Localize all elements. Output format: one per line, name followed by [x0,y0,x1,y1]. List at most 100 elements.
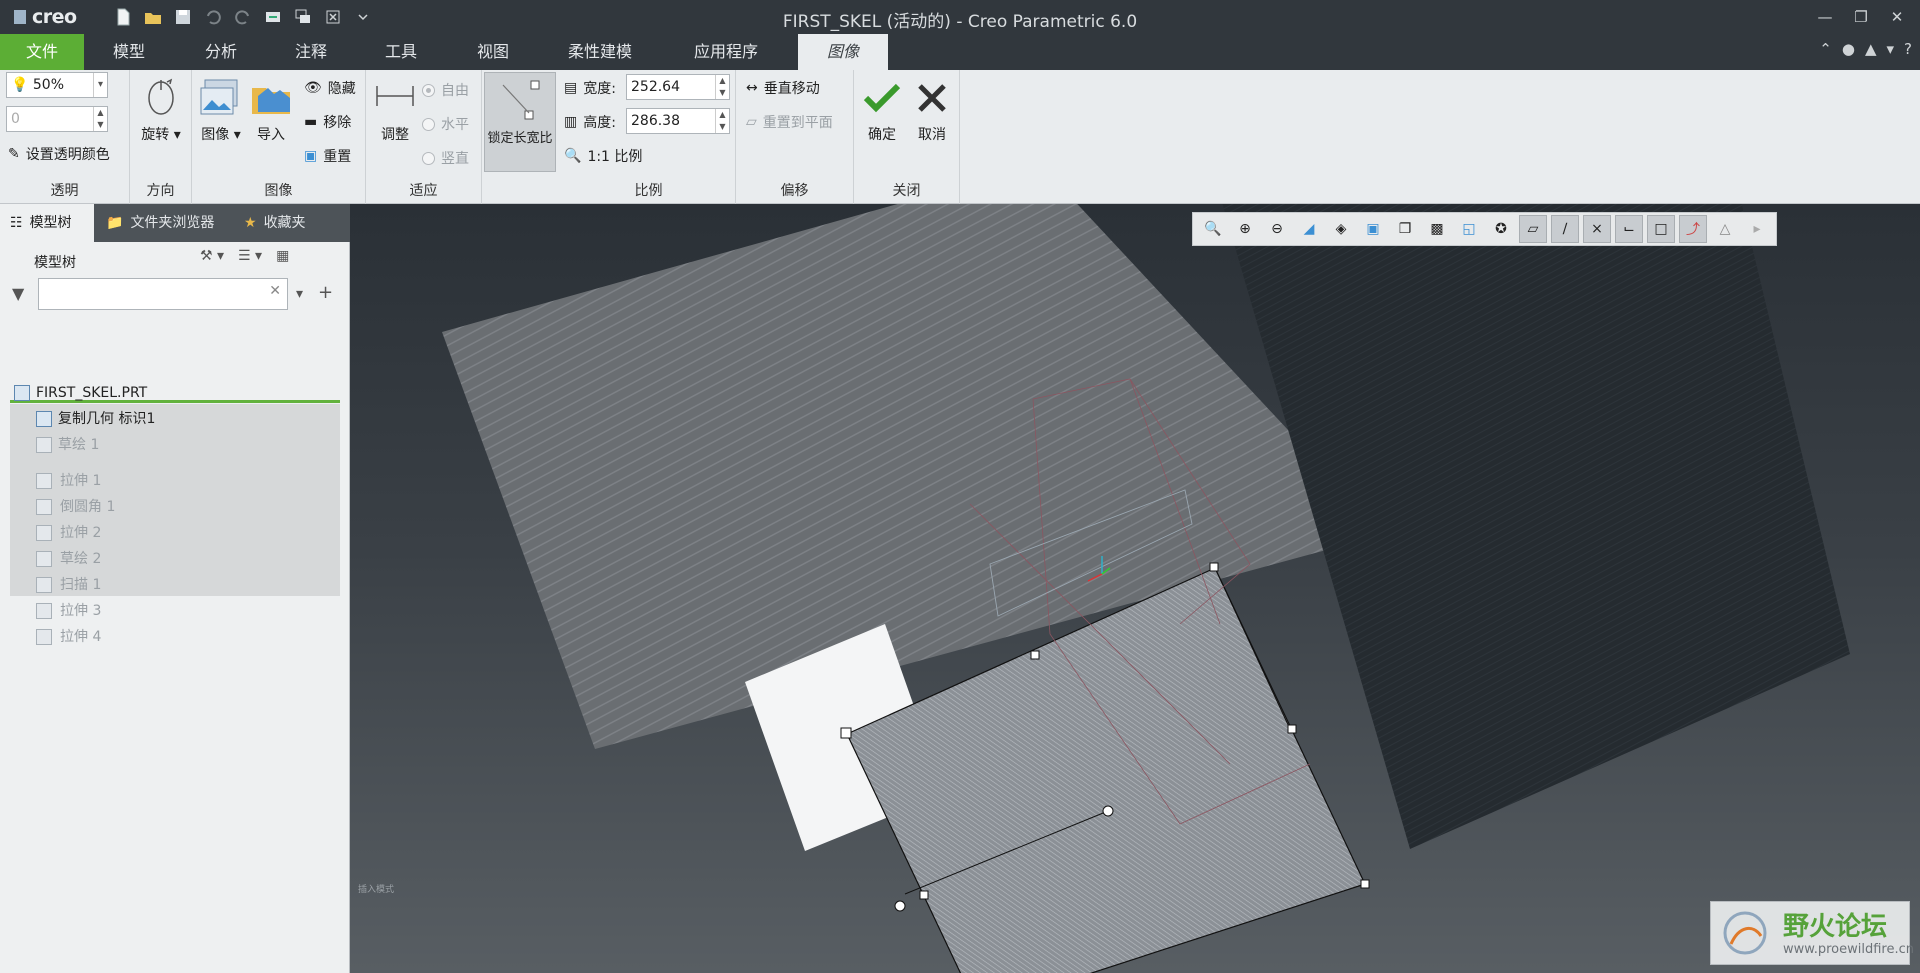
nav-tab-folder-browser-label: 文件夹浏览器 [130,215,215,231]
center-handle[interactable] [1102,805,1114,817]
point-display-icon[interactable]: × [1583,215,1611,243]
tree-filter-columns-icon[interactable]: ▦ [276,248,289,264]
tree-item[interactable]: 拉伸 3 [36,598,101,624]
reset-to-plane-button[interactable]: ▱ 重置到平面 [746,112,833,132]
clear-filter-icon[interactable]: ✕ [269,283,281,299]
horizontal-radio[interactable]: 水平 [422,114,469,134]
section-icon[interactable]: ◱ [1455,215,1483,243]
tree-item[interactable]: 倒圆角 1 [36,494,115,520]
transparency-second-field[interactable]: 0 ▲ ▼ [6,106,108,132]
tree-item-label: 拉伸 4 [60,629,102,645]
height-spinner[interactable]: ▲ ▼ [715,109,729,133]
tree-item[interactable]: 草绘 2 [36,546,101,572]
appearance-icon[interactable]: △ [1711,215,1739,243]
minimize-icon[interactable]: — [1810,4,1840,30]
tab-view[interactable]: 视图 [456,34,530,70]
spin-center-icon[interactable]: □ [1647,215,1675,243]
plane-display-icon[interactable]: ▱ [1519,215,1547,243]
reset-button[interactable]: ▣ 重置 [304,146,351,166]
help-icon[interactable]: ? [1904,40,1912,58]
search-input[interactable]: ✕ [38,278,288,310]
zoom-out-icon[interactable]: ⊖ [1263,215,1291,243]
view-manager-icon[interactable]: ❐ [1391,215,1419,243]
axis-display-icon[interactable]: ∕ [1551,215,1579,243]
rotate-handle[interactable] [894,900,906,912]
remove-button[interactable]: ▬ 移除 [304,112,351,132]
display-style-icon[interactable]: ◈ [1327,215,1355,243]
width-row: ▤ 宽度: [564,78,616,98]
tree-item[interactable]: FIRST_SKEL.PRT [14,380,147,406]
csys-display-icon[interactable]: ⌙ [1615,215,1643,243]
learning-icon[interactable]: ▲ [1865,40,1877,58]
model-tree-icon: ☷ [10,215,23,231]
tab-image[interactable]: 图像 [798,34,888,70]
tab-analysis[interactable]: 分析 [184,34,258,70]
import-folder-icon [252,88,290,114]
minimize-ribbon-icon[interactable]: ⌃ [1819,40,1832,58]
filter-dropdown-icon[interactable]: ▾ [296,286,303,302]
ok-button[interactable]: 确定 [858,76,906,144]
edge-handle-top[interactable] [1030,650,1040,660]
tag-display-icon[interactable]: ⤴ [1679,215,1707,243]
graphics-toolbar: 🔍 ⊕ ⊖ ◢ ◈ ▣ ❐ ▩ ◱ ✪ ▱ ∕ × ⌙ □ ⤴ △ ▸ [1192,212,1777,246]
model-viewport[interactable] [350,204,1920,973]
edge-handle-right[interactable] [1287,724,1297,734]
restore-icon[interactable]: ❐ [1846,4,1876,30]
transparency-dropdown-icon[interactable]: ▾ [93,73,107,97]
nav-tab-folder-browser[interactable]: 📁 文件夹浏览器 [96,204,232,242]
image-button[interactable]: 图像 ▾ [198,76,244,144]
zoom-in-icon[interactable]: ⊕ [1231,215,1259,243]
vertical-radio-dot [422,151,435,165]
tree-show-icon[interactable]: ☰ ▾ [238,248,262,264]
tab-applications[interactable]: 应用程序 [680,34,772,70]
lock-aspect-button[interactable]: 锁定长宽比 [484,72,556,172]
corner-handle-top[interactable] [1209,562,1219,572]
add-filter-icon[interactable]: + [318,282,333,303]
tree-item[interactable]: 复制几何 标识1 [36,406,155,432]
model-tree-panel: ☷ 模型树 📁 文件夹浏览器 ★ 收藏夹 模型树 ⚒ ▾ ☰ ▾ ▦ ▼ ✕ ▾ + … [0,204,350,973]
tree-item[interactable]: 扫描 1 [36,572,101,598]
nav-tab-model-tree[interactable]: ☷ 模型树 [0,204,94,242]
rotate-button[interactable]: 旋转 ▾ [136,76,186,144]
tab-model[interactable]: 模型 [92,34,166,70]
transparency-field[interactable]: 💡 50% ▾ [6,72,108,98]
graphics-window[interactable]: 🔍 ⊕ ⊖ ◢ ◈ ▣ ❐ ▩ ◱ ✪ ▱ ∕ × ⌙ □ ⤴ △ ▸ 插入模式… [350,204,1920,973]
close-icon[interactable]: ✕ [1882,4,1912,30]
width-input[interactable]: 252.64 ▲ ▼ [626,74,730,100]
tree-item[interactable]: 拉伸 4 [36,624,101,650]
user-icon[interactable]: ● [1842,40,1855,58]
hide-button[interactable]: 👁 隐藏 [304,78,356,98]
one-to-one-scale-button[interactable]: 🔍 1:1 比例 [564,146,642,166]
annotation-display-icon[interactable]: ✪ [1487,215,1515,243]
edge-handle-left[interactable] [919,890,929,900]
dropdown-icon[interactable]: ▾ [1887,40,1895,58]
transparency-spinner[interactable]: ▲ ▼ [93,107,107,131]
vertical-radio[interactable]: 竖直 [422,148,469,168]
tree-item[interactable]: 草绘 1 [36,432,99,458]
tree-settings-icon[interactable]: ⚒ ▾ [200,248,224,264]
height-input[interactable]: 286.38 ▲ ▼ [626,108,730,134]
set-transparent-color-button[interactable]: ✎ 设置透明颜色 [8,144,110,164]
transparency-second-value: 0 [11,111,20,127]
corner-handle-right[interactable] [1360,879,1370,889]
perspective-icon[interactable]: ▩ [1423,215,1451,243]
vertical-move-button[interactable]: ↔ 垂直移动 [746,78,820,98]
tab-tools[interactable]: 工具 [364,34,438,70]
render-icon[interactable]: ▸ [1743,215,1771,243]
cancel-button[interactable]: 取消 [908,76,956,144]
tree-item[interactable]: 拉伸 1 [36,468,101,494]
nav-tab-favorites[interactable]: ★ 收藏夹 [234,204,344,242]
adjust-button[interactable]: 调整 [370,76,420,144]
tab-annotate[interactable]: 注释 [274,34,348,70]
tab-file[interactable]: 文件 [0,34,84,70]
free-radio[interactable]: 自由 [422,80,469,100]
tree-item[interactable]: 拉伸 2 [36,520,101,546]
saved-orientations-icon[interactable]: ▣ [1359,215,1387,243]
import-button[interactable]: 导入 [250,76,292,144]
width-spinner[interactable]: ▲ ▼ [715,75,729,99]
repaint-icon[interactable]: ◢ [1295,215,1323,243]
tab-flexible-modeling[interactable]: 柔性建模 [556,34,644,70]
corner-handle-left[interactable] [840,727,852,739]
navigator-tabs: ☷ 模型树 📁 文件夹浏览器 ★ 收藏夹 [0,204,350,242]
refit-icon[interactable]: 🔍 [1199,215,1227,243]
